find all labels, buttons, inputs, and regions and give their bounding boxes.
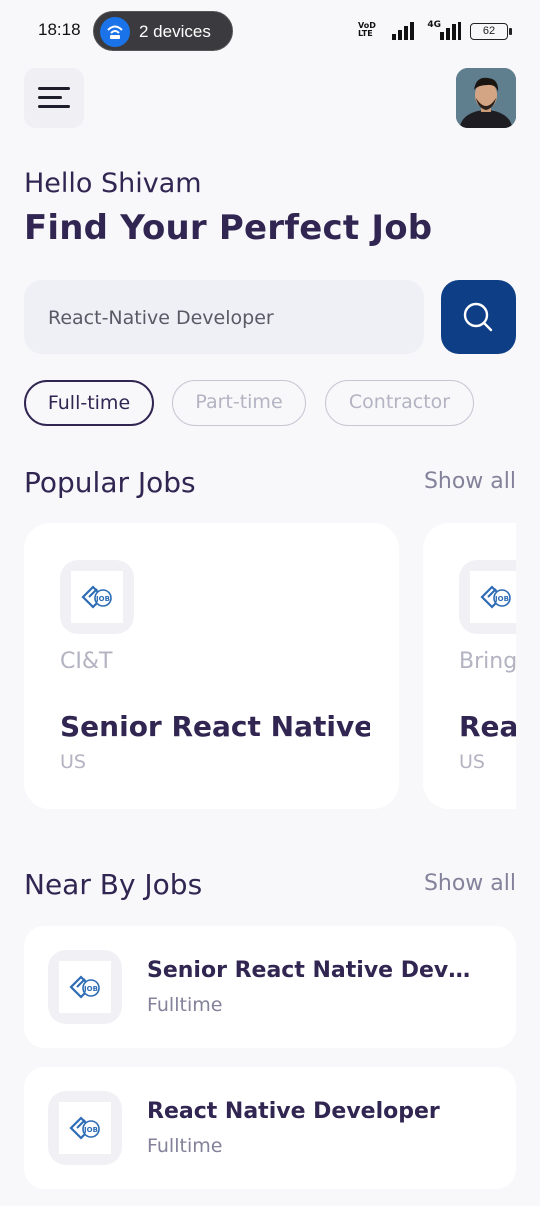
popular-jobs-title: Popular Jobs — [24, 466, 196, 499]
hamburger-menu-line — [38, 96, 62, 99]
tab-contractor[interactable]: Contractor — [325, 380, 474, 426]
popular-job-card[interactable]: JOB Bringg React Native Developer US — [423, 523, 516, 809]
hotspot-label: 2 devices — [139, 22, 211, 41]
search-input[interactable] — [48, 304, 408, 332]
company-logo: JOB — [48, 950, 122, 1024]
signal-icon — [392, 22, 414, 40]
menu-button[interactable] — [24, 68, 84, 128]
search-button[interactable] — [441, 280, 516, 354]
company-logo: JOB — [60, 560, 134, 634]
job-logo-icon: JOB — [81, 585, 112, 609]
job-title: React Native Developer — [147, 1099, 440, 1124]
company-logo-inner: JOB — [59, 1102, 111, 1154]
company-logo-inner: JOB — [470, 571, 516, 623]
page-headline: Find Your Perfect Job — [24, 208, 433, 248]
nearby-job-card[interactable]: JOB Senior React Native Devel... Fulltim… — [24, 926, 516, 1048]
signal-icon-2 — [440, 22, 461, 40]
job-location: US — [459, 751, 485, 773]
company-logo: JOB — [459, 560, 516, 634]
battery-icon: 62 — [470, 23, 512, 40]
nearby-jobs-title: Near By Jobs — [24, 868, 203, 901]
hotspot-icon — [100, 17, 130, 47]
status-bar: 18:18 2 devices VoD LTE 4G 62 — [0, 0, 540, 62]
hamburger-menu-line — [38, 105, 70, 108]
profile-avatar[interactable] — [456, 68, 516, 128]
tab-full-time[interactable]: Full-time — [24, 380, 154, 426]
company-logo-inner: JOB — [71, 571, 123, 623]
company-name: CI&T — [60, 649, 113, 674]
popular-jobs-list[interactable]: JOB CI&T Senior React Native ... US JOB … — [24, 523, 516, 809]
popular-job-card[interactable]: JOB CI&T Senior React Native ... US — [24, 523, 399, 809]
job-location: US — [60, 751, 86, 773]
hamburger-menu-icon — [38, 87, 70, 90]
avatar-image — [456, 68, 516, 128]
popular-show-all-link[interactable]: Show all — [424, 469, 516, 494]
volte-indicator: VoD LTE — [358, 21, 376, 38]
svg-text:JOB: JOB — [494, 595, 509, 603]
job-logo-icon: JOB — [69, 1116, 100, 1140]
nearby-job-card[interactable]: JOB React Native Developer Fulltime — [24, 1067, 516, 1189]
hotspot-indicator[interactable]: 2 devices — [93, 11, 233, 51]
search-box — [24, 280, 424, 354]
svg-text:JOB: JOB — [95, 595, 110, 603]
job-title: Senior React Native Devel... — [147, 958, 477, 983]
company-name: Bringg — [459, 649, 516, 674]
job-type: Fulltime — [147, 1135, 223, 1157]
status-time: 18:18 — [38, 20, 81, 39]
job-title: Senior React Native ... — [60, 710, 370, 743]
company-logo: JOB — [48, 1091, 122, 1165]
search-icon — [463, 302, 493, 332]
svg-text:JOB: JOB — [83, 985, 98, 993]
status-icons: VoD LTE 4G 62 — [358, 20, 512, 42]
job-title: React Native Developer — [459, 710, 516, 743]
nearby-show-all-link[interactable]: Show all — [424, 871, 516, 896]
tab-part-time[interactable]: Part-time — [172, 380, 306, 426]
network-type-label: 4G — [427, 20, 441, 30]
company-logo-inner: JOB — [59, 961, 111, 1013]
job-type: Fulltime — [147, 994, 223, 1016]
svg-text:JOB: JOB — [83, 1126, 98, 1134]
job-logo-icon: JOB — [69, 975, 100, 999]
greeting-text: Hello Shivam — [24, 168, 202, 199]
battery-level: 62 — [482, 25, 496, 37]
job-logo-icon: JOB — [480, 585, 511, 609]
